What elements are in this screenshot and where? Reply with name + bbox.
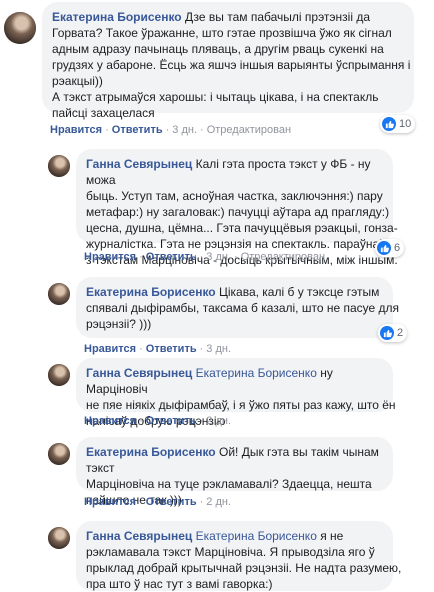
reaction-number: 6	[394, 242, 401, 254]
comment-text: цесна, душна, цёмна... Гэта пачуццёвыя р…	[86, 221, 398, 235]
avatar[interactable]	[4, 12, 36, 44]
comment-bubble: Екатерина Борисенко Дзе вы там пабачылі …	[42, 2, 414, 120]
comment-bubble: Екатерина Борисенко Цікава, калі б у тэк…	[76, 277, 400, 338]
mention-link[interactable]: Екатерина Борисенко	[196, 366, 317, 380]
timestamp[interactable]: 2 дн.	[206, 496, 231, 508]
comment-bubble: Ганна Севярынец Екатерина Борисенко я не…	[76, 521, 402, 591]
comment-author[interactable]: Екатерина Борисенко	[86, 445, 216, 459]
comment-author[interactable]: Екатерина Борисенко	[52, 10, 182, 24]
reaction-count[interactable]: 6	[375, 239, 405, 257]
avatar[interactable]	[48, 443, 70, 465]
edited-label[interactable]: Отредактирован	[241, 251, 325, 263]
reply-button[interactable]: Ответить	[146, 415, 197, 427]
reaction-number: 10	[399, 118, 412, 130]
timestamp[interactable]: 3 дн.	[172, 124, 197, 136]
comment-text: метафар:) ну загаловак:) пачуцці аўтара …	[86, 205, 390, 219]
like-button[interactable]: Нравится	[84, 496, 136, 508]
comment-text: Цікава, калі б у тэксце гэтым	[218, 285, 380, 299]
comment-bubble: Ганна Севярынец Калі гэта проста тэкст у…	[76, 149, 399, 267]
comment-text: рэакцыі))	[52, 74, 103, 88]
comment-actions: Нравится · Ответить · 3 дн.	[84, 343, 232, 355]
like-button[interactable]: Нравится	[84, 415, 136, 427]
reaction-count[interactable]: 2	[378, 324, 408, 342]
comment-author[interactable]: Екатерина Борисенко	[86, 285, 216, 299]
like-icon	[382, 117, 396, 131]
comment-actions: Нравится · Ответить · 3 дн. · Отредактирован	[84, 251, 326, 263]
reply-button[interactable]: Ответить	[146, 343, 197, 355]
comment-text: спявалі дыфірамбы, таксама б казалі, што…	[86, 301, 400, 315]
avatar[interactable]	[48, 527, 70, 549]
comment-bubble: Екатерина Борисенко Ой! Дык гэта вы такі…	[76, 437, 393, 507]
like-button[interactable]: Нравится	[84, 343, 136, 355]
edited-label[interactable]: Отредактирован	[207, 124, 291, 136]
comment-text: быць. Уступ там, аснoўная частка, заключ…	[86, 189, 383, 203]
like-button[interactable]: Нравится	[50, 124, 102, 136]
comment-author[interactable]: Ганна Севярынец	[86, 366, 192, 380]
comment-author[interactable]: Ганна Севярынец	[86, 529, 192, 543]
avatar[interactable]	[48, 155, 70, 177]
reply-button[interactable]: Ответить	[112, 124, 163, 136]
mention-link[interactable]: Екатерина Борисенко	[196, 529, 317, 543]
timestamp[interactable]: 2 дн.	[206, 415, 231, 427]
comment-text: Дзе вы там пабачылі прэтэнзіі да	[184, 10, 371, 24]
reply-button[interactable]: Ответить	[146, 496, 197, 508]
comment-text: не пяе ніякіх дыфірамбаў, і я ўжо пяты р…	[86, 398, 396, 412]
comment-text: журналістка. Гэта не рэцэнзія на спектак…	[86, 237, 400, 251]
reply-button[interactable]: Ответить	[146, 251, 197, 263]
avatar[interactable]	[48, 364, 70, 386]
comment-actions: Нравится · Ответить · 2 дн.	[84, 496, 232, 508]
comment-text: Марціновіча на туце рэкламавалі? Здаецца…	[86, 477, 372, 491]
comment-text: рэкламавала тэкст Марціновіча. Я прыводз…	[86, 545, 375, 559]
comment-text: Горвата? Такое ўражанне, што гэтае прозв…	[52, 26, 392, 40]
timestamp[interactable]: 3 дн.	[206, 343, 231, 355]
avatar[interactable]	[48, 283, 70, 305]
reaction-count[interactable]: 10	[380, 115, 416, 133]
reaction-number: 2	[397, 327, 404, 339]
comment-author[interactable]: Ганна Севярынец	[86, 157, 192, 171]
comment-text: я не	[320, 529, 344, 543]
like-icon	[380, 326, 394, 340]
comment-actions: Нравится · Ответить · 2 дн.	[84, 415, 232, 427]
like-button[interactable]: Нравится	[84, 251, 136, 263]
comment-bubble: Ганна Севярынец Екатерина Борисенко ну М…	[76, 358, 396, 428]
comment-actions: Нравится · Ответить · 3 дн. · Отредактирован	[50, 124, 292, 136]
comment-text: прыклад добрай крытычнай рэцэнзіі. Не на…	[86, 561, 402, 575]
comment-text: рэцэнзіі? )))	[86, 317, 152, 331]
comment-text: пайсці захацелася	[52, 106, 155, 120]
like-icon	[377, 241, 391, 255]
comment-text: пра што ў нас тут з вамі гаворка:)	[86, 577, 273, 591]
comment-text: адным адразу пачынаць пляваць, а другім …	[52, 42, 384, 56]
comment-text: грудзях у абароне. Ёсць жа яшчэ іншыя ва…	[52, 58, 411, 72]
comment-text: А тэкст атрымаўся харошы: і чытаць цікав…	[52, 90, 379, 104]
timestamp[interactable]: 3 дн.	[206, 251, 231, 263]
